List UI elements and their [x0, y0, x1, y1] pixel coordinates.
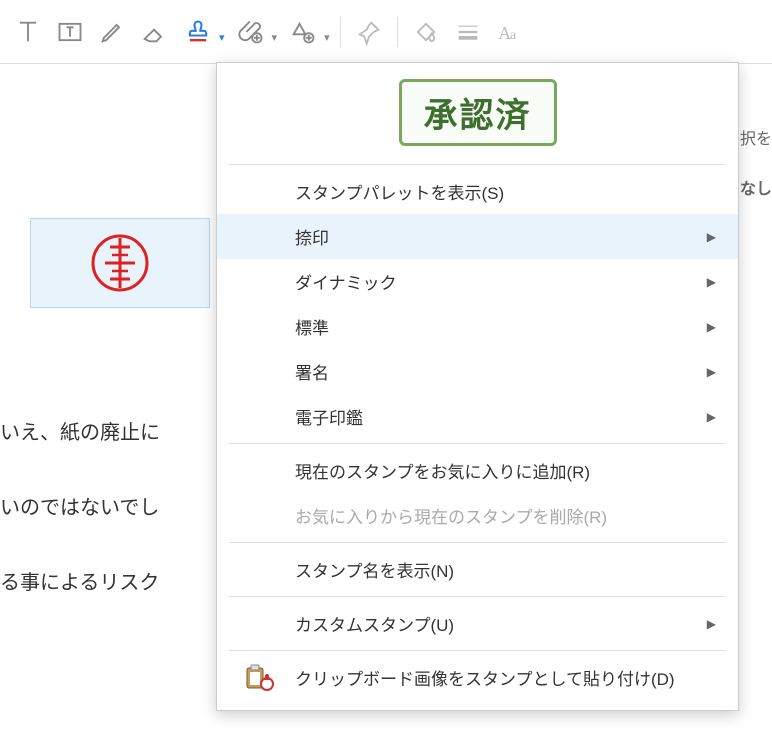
pin-tool[interactable] — [349, 12, 389, 52]
text-icon — [14, 18, 42, 46]
menu-fav-remove: お気に入りから現在のスタンプを削除(R) — [217, 493, 738, 538]
hanko-seal-icon — [90, 233, 150, 293]
approved-stamp-preview[interactable]: 承認済 — [399, 79, 557, 146]
stamp-dropdown-arrow-icon[interactable]: ▾ — [219, 31, 225, 44]
menu-label: カスタムスタンプ(U) — [295, 611, 454, 636]
menu-label: スタンプ名を表示(N) — [295, 557, 454, 582]
stamp-dropdown-menu: 承認済 スタンプパレットを表示(S) 捺印 ▶ ダイナミック ▶ 標準 ▶ 署名… — [216, 62, 739, 711]
menu-label: お気に入りから現在のスタンプを削除(R) — [295, 503, 607, 528]
toolbar-divider-2 — [397, 17, 398, 47]
submenu-arrow-icon: ▶ — [707, 230, 716, 244]
menu-show-name[interactable]: スタンプ名を表示(N) — [217, 547, 738, 592]
toolbar-divider — [340, 17, 341, 47]
submenu-arrow-icon: ▶ — [707, 410, 716, 424]
menu-label: ダイナミック — [295, 269, 397, 294]
dropdown-separator — [229, 443, 726, 444]
stamp-preview[interactable] — [30, 218, 210, 308]
menu-label: 電子印鑑 — [295, 404, 363, 429]
doc-line-3: る事によるリスク — [0, 559, 159, 607]
attach-dropdown-arrow-icon[interactable]: ▾ — [272, 31, 278, 44]
menu-label: 署名 — [295, 359, 329, 384]
menu-label: 現在のスタンプをお気に入りに追加(R) — [295, 458, 590, 483]
textbox-tool[interactable] — [50, 12, 90, 52]
font-icon: A a — [496, 18, 524, 46]
line-weight-tool[interactable] — [448, 12, 488, 52]
dropdown-separator — [229, 542, 726, 543]
paperclip-plus-icon — [237, 18, 265, 46]
menu-signature[interactable]: 署名 ▶ — [217, 349, 738, 394]
menu-clipboard-paste[interactable]: クリップボード画像をスタンプとして貼り付け(D) — [217, 655, 738, 700]
svg-text:a: a — [510, 28, 517, 43]
attach-tool-wrap: ▾ — [229, 12, 280, 52]
eraser-icon — [140, 18, 168, 46]
menu-show-palette[interactable]: スタンプパレットを表示(S) — [217, 169, 738, 214]
shape-dropdown-arrow-icon[interactable]: ▾ — [324, 31, 330, 44]
shape-annotate-tool[interactable] — [283, 12, 323, 52]
menu-dynamic[interactable]: ダイナミック ▶ — [217, 259, 738, 304]
submenu-arrow-icon: ▶ — [707, 617, 716, 631]
pin-icon — [355, 18, 383, 46]
pencil-tool[interactable] — [92, 12, 132, 52]
clipboard-stamp-icon — [245, 664, 277, 692]
textbox-icon — [56, 18, 84, 46]
pencil-icon — [98, 18, 126, 46]
doc-line-2: いのではないでし — [0, 484, 159, 532]
fill-tool[interactable] — [406, 12, 446, 52]
menu-seal[interactable]: 捺印 ▶ — [217, 214, 738, 259]
font-tool[interactable]: A a — [490, 12, 530, 52]
shape-tool-wrap: ▾ — [281, 12, 332, 52]
bucket-icon — [412, 18, 440, 46]
submenu-arrow-icon: ▶ — [707, 275, 716, 289]
dropdown-separator — [229, 596, 726, 597]
submenu-arrow-icon: ▶ — [707, 365, 716, 379]
menu-standard[interactable]: 標準 ▶ — [217, 304, 738, 349]
shape-plus-icon — [289, 18, 317, 46]
menu-eseal[interactable]: 電子印鑑 ▶ — [217, 394, 738, 439]
menu-label: クリップボード画像をスタンプとして貼り付け(D) — [295, 665, 675, 690]
eraser-tool[interactable] — [134, 12, 174, 52]
menu-fav-add[interactable]: 現在のスタンプをお気に入りに追加(R) — [217, 448, 738, 493]
dropdown-preview-header: 承認済 — [217, 63, 738, 160]
doc-line-1: いえ、紙の廃止に — [0, 409, 160, 457]
stamp-tool-wrap: ▾ — [176, 12, 227, 52]
stamp-tool[interactable] — [178, 12, 218, 52]
lines-icon — [454, 18, 482, 46]
dropdown-separator — [229, 650, 726, 651]
submenu-arrow-icon: ▶ — [707, 320, 716, 334]
text-tool[interactable] — [8, 12, 48, 52]
menu-label: 捺印 — [295, 224, 329, 249]
menu-label: スタンプパレットを表示(S) — [295, 179, 504, 204]
menu-custom[interactable]: カスタムスタンプ(U) ▶ — [217, 601, 738, 646]
attach-tool[interactable] — [231, 12, 271, 52]
dropdown-separator — [229, 164, 726, 165]
stamp-icon — [184, 18, 212, 46]
menu-label: 標準 — [295, 314, 329, 339]
toolbar: ▾ ▾ ▾ — [0, 0, 772, 64]
